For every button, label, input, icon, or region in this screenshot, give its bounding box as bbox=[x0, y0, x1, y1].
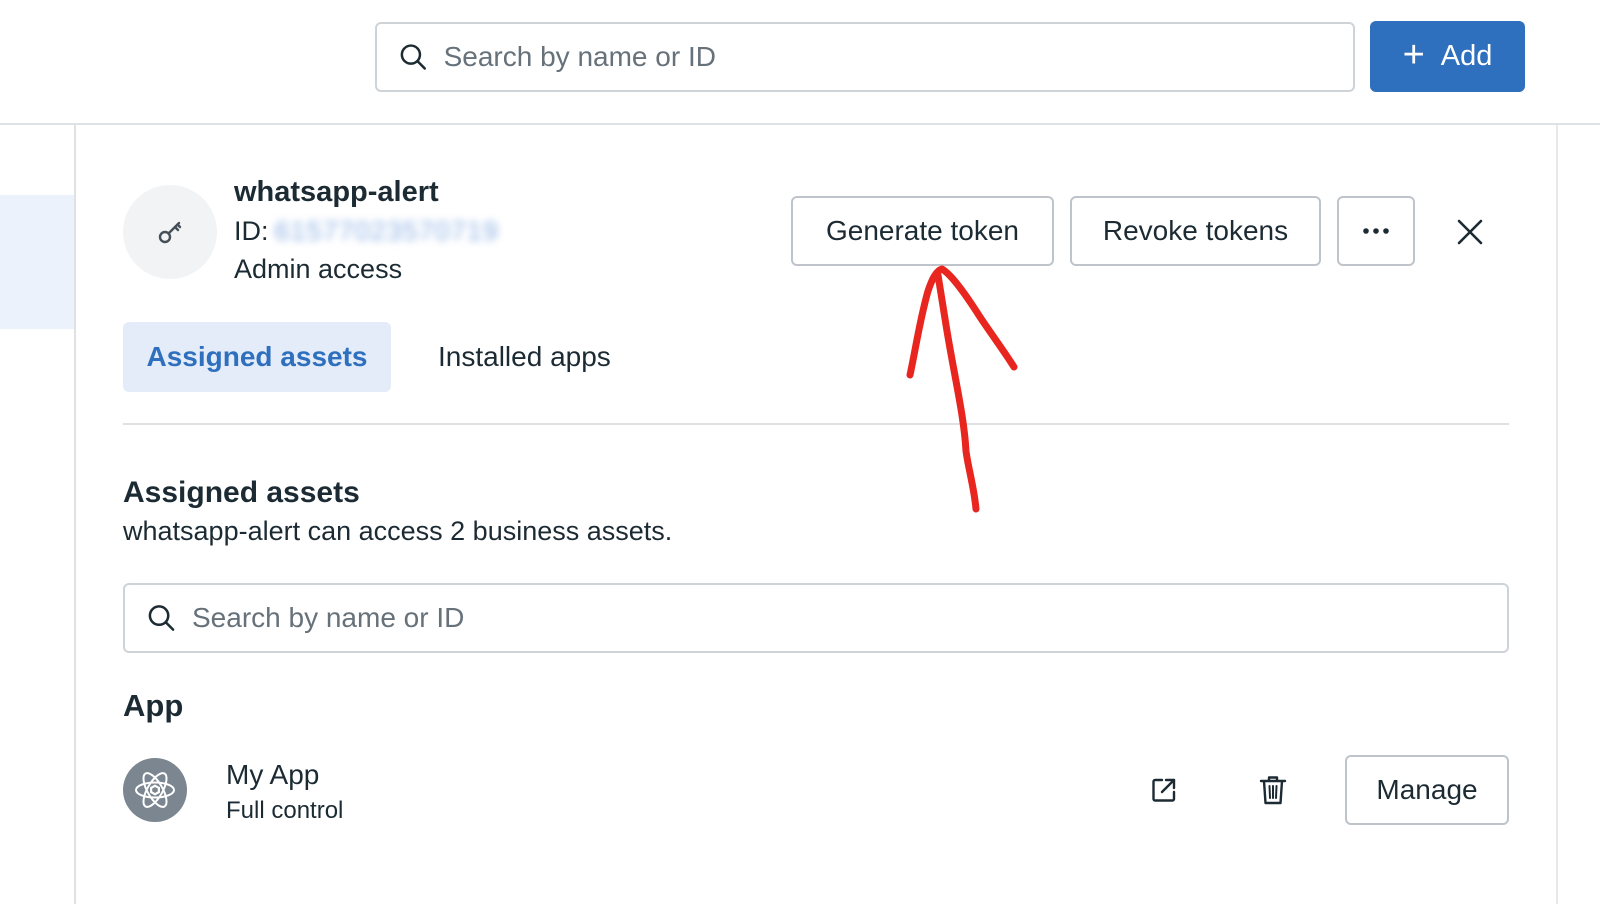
assets-search-input[interactable] bbox=[192, 602, 1507, 634]
id-value-blurred: 61577023570719 bbox=[274, 216, 499, 246]
external-link-icon bbox=[1152, 778, 1176, 802]
open-external-button[interactable] bbox=[1142, 768, 1186, 812]
system-user-avatar bbox=[123, 185, 217, 279]
panel-divider bbox=[74, 125, 76, 904]
atom-app-icon bbox=[123, 758, 187, 822]
id-label: ID: bbox=[234, 216, 269, 246]
generate-token-button[interactable]: Generate token bbox=[791, 196, 1054, 266]
close-button[interactable] bbox=[1450, 212, 1490, 252]
manage-button[interactable]: Manage bbox=[1345, 755, 1509, 825]
search-icon bbox=[148, 605, 175, 631]
trash-icon bbox=[1259, 776, 1287, 805]
app-permission: Full control bbox=[226, 797, 344, 824]
close-icon bbox=[1457, 219, 1483, 245]
system-user-id: ID: 61577023570719 bbox=[234, 216, 499, 247]
section-title: Assigned assets bbox=[123, 476, 360, 509]
section-description: whatsapp-alert can access 2 business ass… bbox=[123, 516, 673, 546]
more-options-button[interactable] bbox=[1337, 196, 1415, 266]
system-user-name: whatsapp-alert bbox=[234, 176, 439, 208]
top-bar: + Add bbox=[0, 0, 1600, 125]
tab-assigned-assets[interactable]: Assigned assets bbox=[123, 322, 391, 392]
left-nav-selected-item[interactable] bbox=[0, 195, 74, 329]
add-button-label: Add bbox=[1440, 40, 1493, 72]
search-icon bbox=[400, 44, 426, 70]
remove-asset-button[interactable] bbox=[1251, 768, 1295, 812]
app-name: My App bbox=[226, 759, 320, 790]
header-search-input[interactable] bbox=[443, 41, 1353, 73]
tab-installed-apps[interactable]: Installed apps bbox=[438, 322, 611, 392]
add-button[interactable]: + Add bbox=[1370, 21, 1525, 92]
annotation-arrow-icon bbox=[906, 265, 1018, 513]
header-search-box[interactable] bbox=[375, 22, 1355, 92]
asset-group-title: App bbox=[123, 688, 184, 723]
plus-icon: + bbox=[1402, 33, 1425, 76]
revoke-tokens-button[interactable]: Revoke tokens bbox=[1070, 196, 1321, 266]
assets-search-box[interactable] bbox=[123, 583, 1509, 653]
key-icon bbox=[158, 221, 182, 244]
access-level: Admin access bbox=[234, 254, 403, 284]
more-dots-icon bbox=[1363, 228, 1389, 234]
scrollbar-track[interactable] bbox=[1556, 125, 1558, 904]
tabs-divider bbox=[123, 423, 1509, 425]
